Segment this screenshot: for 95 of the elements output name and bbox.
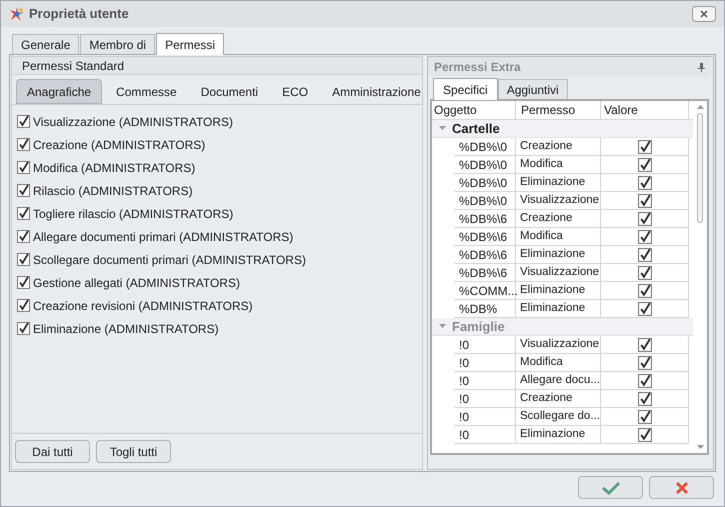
table-cell: %DB%\0 (454, 156, 516, 174)
table-cell: %DB%\0 (454, 192, 516, 210)
close-icon (700, 10, 708, 18)
table-cell: Allegare docu... (516, 372, 601, 390)
tab[interactable]: Commesse (106, 79, 187, 104)
permission-label: Creazione revisioni (ADMINISTRATORS) (33, 298, 253, 314)
table-cell: Scollegare do... (516, 408, 601, 426)
checked-checkbox-icon[interactable] (638, 194, 652, 208)
tab[interactable]: Generale (12, 34, 80, 54)
checked-checkbox-icon[interactable] (638, 140, 652, 154)
checked-checkbox-icon[interactable] (17, 322, 30, 335)
tab[interactable]: Documenti (190, 79, 268, 104)
table-cell: !0 (454, 336, 516, 354)
table-cell: %DB%\6 (454, 246, 516, 264)
table-cell: %DB%\6 (454, 228, 516, 246)
checked-checkbox-icon[interactable] (17, 276, 30, 289)
checked-checkbox-icon[interactable] (638, 302, 652, 316)
panel-header: Permessi Standard (12, 57, 422, 75)
table-cell: Modifica (516, 228, 601, 246)
table-cell: Creazione (516, 138, 601, 156)
cancel-button[interactable] (649, 476, 714, 499)
table-cell: !0 (454, 426, 516, 444)
checked-checkbox-icon[interactable] (17, 138, 30, 151)
action-button[interactable]: Dai tutti (15, 440, 90, 463)
group-row[interactable]: Cartelle (432, 120, 693, 138)
table-cell: %DB%\6 (454, 264, 516, 282)
app-logo-icon (9, 6, 25, 22)
checked-checkbox-icon[interactable] (17, 299, 30, 312)
scroll-up-icon[interactable] (696, 105, 704, 109)
checked-checkbox-icon[interactable] (17, 115, 30, 128)
tab[interactable]: ECO (272, 79, 318, 104)
tab[interactable]: Amministrazione (322, 79, 431, 104)
checked-checkbox-icon[interactable] (638, 374, 652, 388)
table-cell: Eliminazione (516, 282, 601, 300)
checked-checkbox-icon[interactable] (638, 248, 652, 262)
checkmark-icon (600, 480, 620, 494)
checked-checkbox-icon[interactable] (638, 230, 652, 244)
table-cell: !0 (454, 408, 516, 426)
permission-label: Gestione allegati (ADMINISTRATORS) (33, 274, 240, 292)
checked-checkbox-icon[interactable] (638, 392, 652, 406)
checked-checkbox-icon[interactable] (638, 356, 652, 370)
checked-checkbox-icon[interactable] (17, 207, 30, 220)
table-cell: Creazione (516, 210, 601, 228)
window-title: Proprietà utente (29, 5, 129, 24)
table-cell: Eliminazione (516, 426, 601, 444)
checked-checkbox-icon[interactable] (17, 253, 30, 266)
panel-header: Permessi Extra (434, 59, 522, 76)
permission-label: Allegare documenti primari (ADMINISTRATORS) (33, 228, 294, 246)
checked-checkbox-icon[interactable] (638, 410, 652, 424)
permission-label: Modifica (ADMINISTRATORS) (33, 160, 196, 176)
checked-checkbox-icon[interactable] (638, 284, 652, 298)
tab[interactable]: Permessi (156, 33, 224, 55)
action-button[interactable]: Togli tutti (96, 440, 171, 463)
table-cell: %DB%\0 (454, 138, 516, 156)
table-cell: Visualizzazione (516, 192, 601, 210)
table-cell: !0 (454, 354, 516, 372)
table-cell: %DB%\0 (454, 174, 516, 192)
checked-checkbox-icon[interactable] (638, 428, 652, 442)
table-cell: Eliminazione (516, 174, 601, 192)
checked-checkbox-icon[interactable] (638, 266, 652, 280)
checked-checkbox-icon[interactable] (638, 212, 652, 226)
tab[interactable]: Membro di (80, 34, 156, 54)
column-header[interactable]: Valore (601, 101, 689, 119)
permission-label: Scollegare documenti primari (ADMINISTRATORS) (33, 252, 306, 268)
checked-checkbox-icon[interactable] (17, 161, 30, 174)
scroll-down-icon[interactable] (696, 445, 704, 449)
checked-checkbox-icon[interactable] (17, 184, 30, 197)
table-cell: !0 (454, 372, 516, 390)
scroll-thumb[interactable] (697, 113, 703, 223)
close-icon (674, 480, 688, 494)
table-cell: %DB%\6 (454, 210, 516, 228)
column-header[interactable]: Permesso (516, 101, 601, 119)
table-cell: Modifica (516, 156, 601, 174)
tab[interactable]: Aggiuntivi (498, 79, 568, 99)
permission-label: Rilascio (ADMINISTRATORS) (33, 182, 193, 200)
checked-checkbox-icon[interactable] (638, 158, 652, 172)
checked-checkbox-icon[interactable] (638, 176, 652, 190)
checked-checkbox-icon[interactable] (17, 230, 30, 243)
table-cell: !0 (454, 390, 516, 408)
checked-checkbox-icon[interactable] (638, 338, 652, 352)
tab[interactable]: Anagrafiche (16, 79, 102, 104)
permission-label: Eliminazione (ADMINISTRATORS) (33, 320, 219, 338)
table-cell: %COMM... (454, 282, 516, 300)
pin-icon[interactable] (698, 62, 705, 72)
permission-label: Creazione (ADMINISTRATORS) (33, 136, 206, 154)
table-cell: Visualizzazione (516, 336, 601, 354)
permission-label: Togliere rilascio (ADMINISTRATORS) (33, 206, 234, 222)
close-button[interactable] (692, 6, 716, 22)
table-cell: Eliminazione (516, 246, 601, 264)
table-cell: Visualizzazione (516, 264, 601, 282)
permission-label: Visualizzazione (ADMINISTRATORS) (33, 114, 234, 130)
table-cell: Modifica (516, 354, 601, 372)
tab[interactable]: Specifici (433, 78, 498, 100)
table-cell: Creazione (516, 390, 601, 408)
column-header[interactable]: Oggetto (432, 101, 516, 119)
